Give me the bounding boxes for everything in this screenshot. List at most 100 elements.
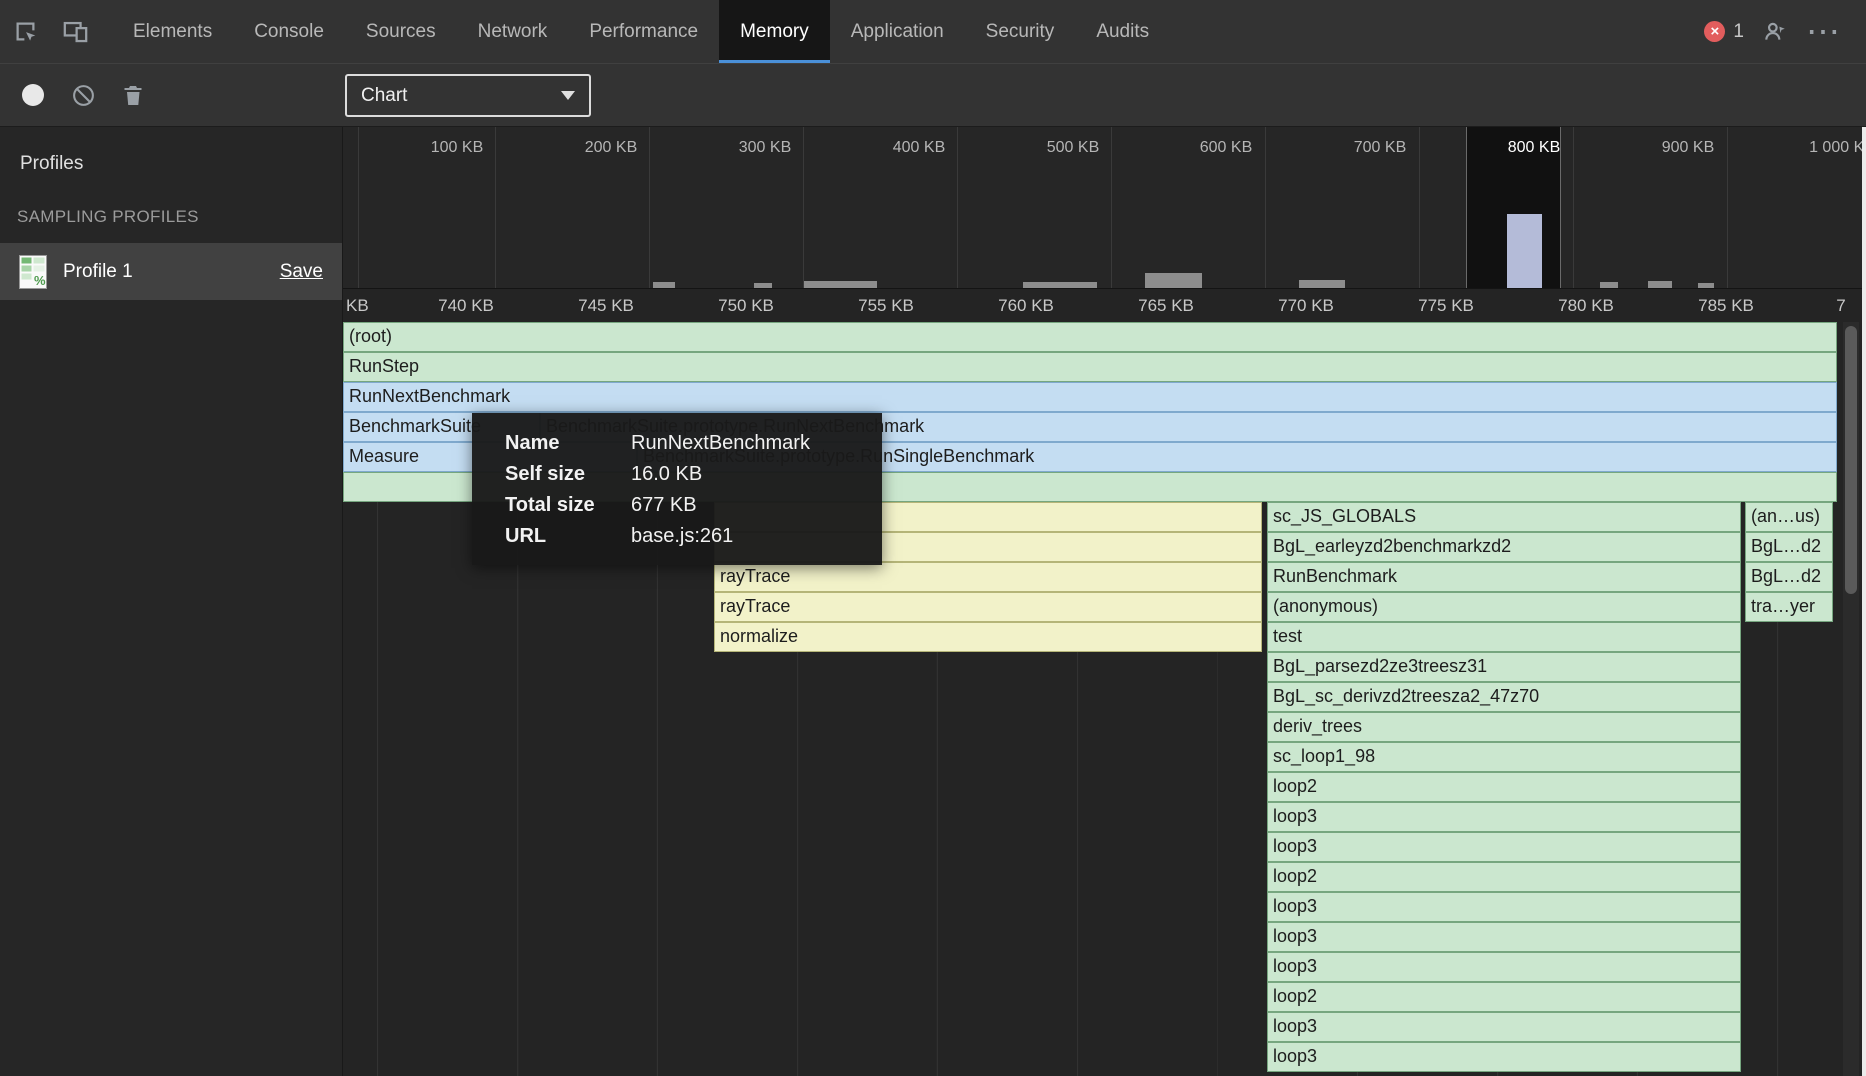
flame-bar[interactable]: loop3 bbox=[1267, 802, 1741, 832]
histogram-bar bbox=[653, 282, 675, 288]
tooltip-label: Total size bbox=[505, 490, 631, 521]
flame-bar[interactable]: loop3 bbox=[1267, 922, 1741, 952]
flame-bar[interactable]: rayTrace bbox=[714, 562, 1262, 592]
overview-scale-label: 600 KB bbox=[1200, 139, 1252, 157]
overview-scale-label: 400 KB bbox=[893, 139, 945, 157]
flame-bar[interactable]: (root) bbox=[343, 322, 1837, 352]
ruler-label: 760 KB bbox=[998, 296, 1054, 316]
overview-scale-label: 900 KB bbox=[1662, 139, 1714, 157]
tab-memory[interactable]: Memory bbox=[719, 0, 830, 63]
heap-chart-area: 100 KB200 KB300 KB400 KB500 KB600 KB700 … bbox=[343, 127, 1866, 1076]
chart-ruler: KB740 KB745 KB750 KB755 KB760 KB765 KB77… bbox=[343, 289, 1866, 322]
record-icon bbox=[22, 84, 44, 106]
tab-network[interactable]: Network bbox=[457, 0, 569, 63]
devtools-window: ElementsConsoleSourcesNetworkPerformance… bbox=[0, 0, 1866, 1076]
topbar: ElementsConsoleSourcesNetworkPerformance… bbox=[0, 0, 1866, 63]
flame-bar[interactable]: BgL…d2 bbox=[1745, 562, 1833, 592]
memory-overview-timeline[interactable]: 100 KB200 KB300 KB400 KB500 KB600 KB700 … bbox=[343, 127, 1866, 289]
tab-sources[interactable]: Sources bbox=[345, 0, 457, 63]
flame-bar[interactable]: RunStep bbox=[343, 352, 1837, 382]
chevron-down-icon bbox=[561, 91, 575, 100]
flame-bar[interactable]: loop3 bbox=[1267, 832, 1741, 862]
tooltip-row: NameRunNextBenchmark bbox=[505, 428, 882, 459]
overview-scale-label: 1 000 KB bbox=[1809, 139, 1866, 157]
flame-bar[interactable]: (an…us) bbox=[1745, 502, 1833, 532]
histogram-bar bbox=[1023, 282, 1097, 288]
histogram-bar bbox=[1299, 280, 1345, 288]
ruler-label: 750 KB bbox=[718, 296, 774, 316]
flame-bar[interactable]: rayTrace bbox=[714, 592, 1262, 622]
profiles-sidebar: Profiles SAMPLING PROFILES % Profile 1 S… bbox=[0, 127, 343, 1076]
flame-bar[interactable]: BgL_earleyzd2benchmarkzd2 bbox=[1267, 532, 1741, 562]
error-count: 1 bbox=[1733, 21, 1744, 43]
tooltip-value: RunNextBenchmark bbox=[631, 432, 810, 454]
sampling-profiles-header: SAMPLING PROFILES bbox=[0, 207, 342, 227]
ruler-label: 770 KB bbox=[1278, 296, 1334, 316]
tooltip-value: 677 KB bbox=[631, 494, 697, 516]
overview-scale-label: 500 KB bbox=[1047, 139, 1099, 157]
tab-performance[interactable]: Performance bbox=[568, 0, 719, 63]
tooltip-row: Self size16.0 KB bbox=[505, 459, 882, 490]
error-badge-icon[interactable]: × bbox=[1704, 21, 1725, 42]
profile-icon: % bbox=[19, 255, 47, 289]
flame-bar[interactable]: loop3 bbox=[1267, 1012, 1741, 1042]
remote-devices-icon[interactable] bbox=[1758, 0, 1792, 63]
flame-bar[interactable]: loop2 bbox=[1267, 862, 1741, 892]
device-toolbar-icon[interactable] bbox=[50, 0, 100, 63]
flame-bar[interactable]: tra…yer bbox=[1745, 592, 1833, 622]
flame-bar[interactable]: BgL_sc_derivzd2treesza2_47z70 bbox=[1267, 682, 1741, 712]
flame-bar[interactable]: loop2 bbox=[1267, 982, 1741, 1012]
flame-tooltip: NameRunNextBenchmark Self size16.0 KB To… bbox=[472, 413, 882, 565]
flame-bar[interactable]: sc_loop1_98 bbox=[1267, 742, 1741, 772]
tab-strip: ElementsConsoleSourcesNetworkPerformance… bbox=[112, 0, 1170, 63]
tab-audits[interactable]: Audits bbox=[1075, 0, 1170, 63]
ruler-label: 755 KB bbox=[858, 296, 914, 316]
ruler-label: 740 KB bbox=[438, 296, 494, 316]
ruler-label: 780 KB bbox=[1558, 296, 1614, 316]
error-badge-x: × bbox=[1711, 23, 1720, 40]
chart-view-select-value: Chart bbox=[361, 85, 407, 107]
tab-console[interactable]: Console bbox=[233, 0, 345, 63]
flame-bar[interactable]: loop2 bbox=[1267, 772, 1741, 802]
flame-bar[interactable]: normalize bbox=[714, 622, 1262, 652]
overview-scale-label: 200 KB bbox=[585, 139, 637, 157]
tooltip-row: Total size677 KB bbox=[505, 490, 882, 521]
flame-bar[interactable]: loop3 bbox=[1267, 1042, 1741, 1072]
flame-bar[interactable]: (anonymous) bbox=[1267, 592, 1741, 622]
overview-scale-label: 100 KB bbox=[431, 139, 483, 157]
flame-bar[interactable]: RunBenchmark bbox=[1267, 562, 1741, 592]
record-heap-profile-button[interactable] bbox=[8, 64, 58, 127]
tab-elements[interactable]: Elements bbox=[112, 0, 233, 63]
tooltip-label: Name bbox=[505, 428, 631, 459]
tab-application[interactable]: Application bbox=[830, 0, 965, 63]
flame-bar[interactable]: BgL…d2 bbox=[1745, 532, 1833, 562]
chart-view-select[interactable]: Chart bbox=[345, 74, 591, 117]
flame-bar[interactable]: test bbox=[1267, 622, 1741, 652]
scrollbar-track[interactable] bbox=[1843, 322, 1859, 1076]
scrollbar-thumb[interactable] bbox=[1845, 326, 1857, 594]
histogram-bar bbox=[1600, 282, 1618, 288]
tab-security[interactable]: Security bbox=[965, 0, 1076, 63]
flame-bar[interactable]: BgL_parsezd2ze3treesz31 bbox=[1267, 652, 1741, 682]
flame-bar[interactable]: loop3 bbox=[1267, 952, 1741, 982]
save-link[interactable]: Save bbox=[280, 261, 323, 283]
svg-text:%: % bbox=[34, 273, 46, 288]
flame-bar[interactable]: sc_JS_GLOBALS bbox=[1267, 502, 1741, 532]
flame-bar[interactable]: RunNextBenchmark bbox=[343, 382, 1837, 412]
delete-profile-icon[interactable] bbox=[108, 64, 158, 127]
histogram-bar bbox=[1648, 281, 1672, 288]
flame-bar[interactable]: loop3 bbox=[1267, 892, 1741, 922]
histogram-bar bbox=[804, 281, 877, 288]
profile-name: Profile 1 bbox=[63, 261, 133, 283]
profile-item[interactable]: % Profile 1 Save bbox=[0, 243, 342, 300]
ruler-label: 745 KB bbox=[578, 296, 634, 316]
flame-bar[interactable]: deriv_trees bbox=[1267, 712, 1741, 742]
clear-profiles-icon[interactable] bbox=[58, 64, 108, 127]
tooltip-row: URLbase.js:261 bbox=[505, 521, 882, 552]
inspect-element-icon[interactable] bbox=[0, 0, 50, 63]
ruler-label: 785 KB bbox=[1698, 296, 1754, 316]
profiles-title: Profiles bbox=[0, 127, 342, 175]
ruler-label: KB bbox=[346, 296, 369, 316]
more-menu-icon[interactable]: ⋯ bbox=[1806, 22, 1842, 42]
histogram-bar bbox=[1698, 283, 1714, 288]
